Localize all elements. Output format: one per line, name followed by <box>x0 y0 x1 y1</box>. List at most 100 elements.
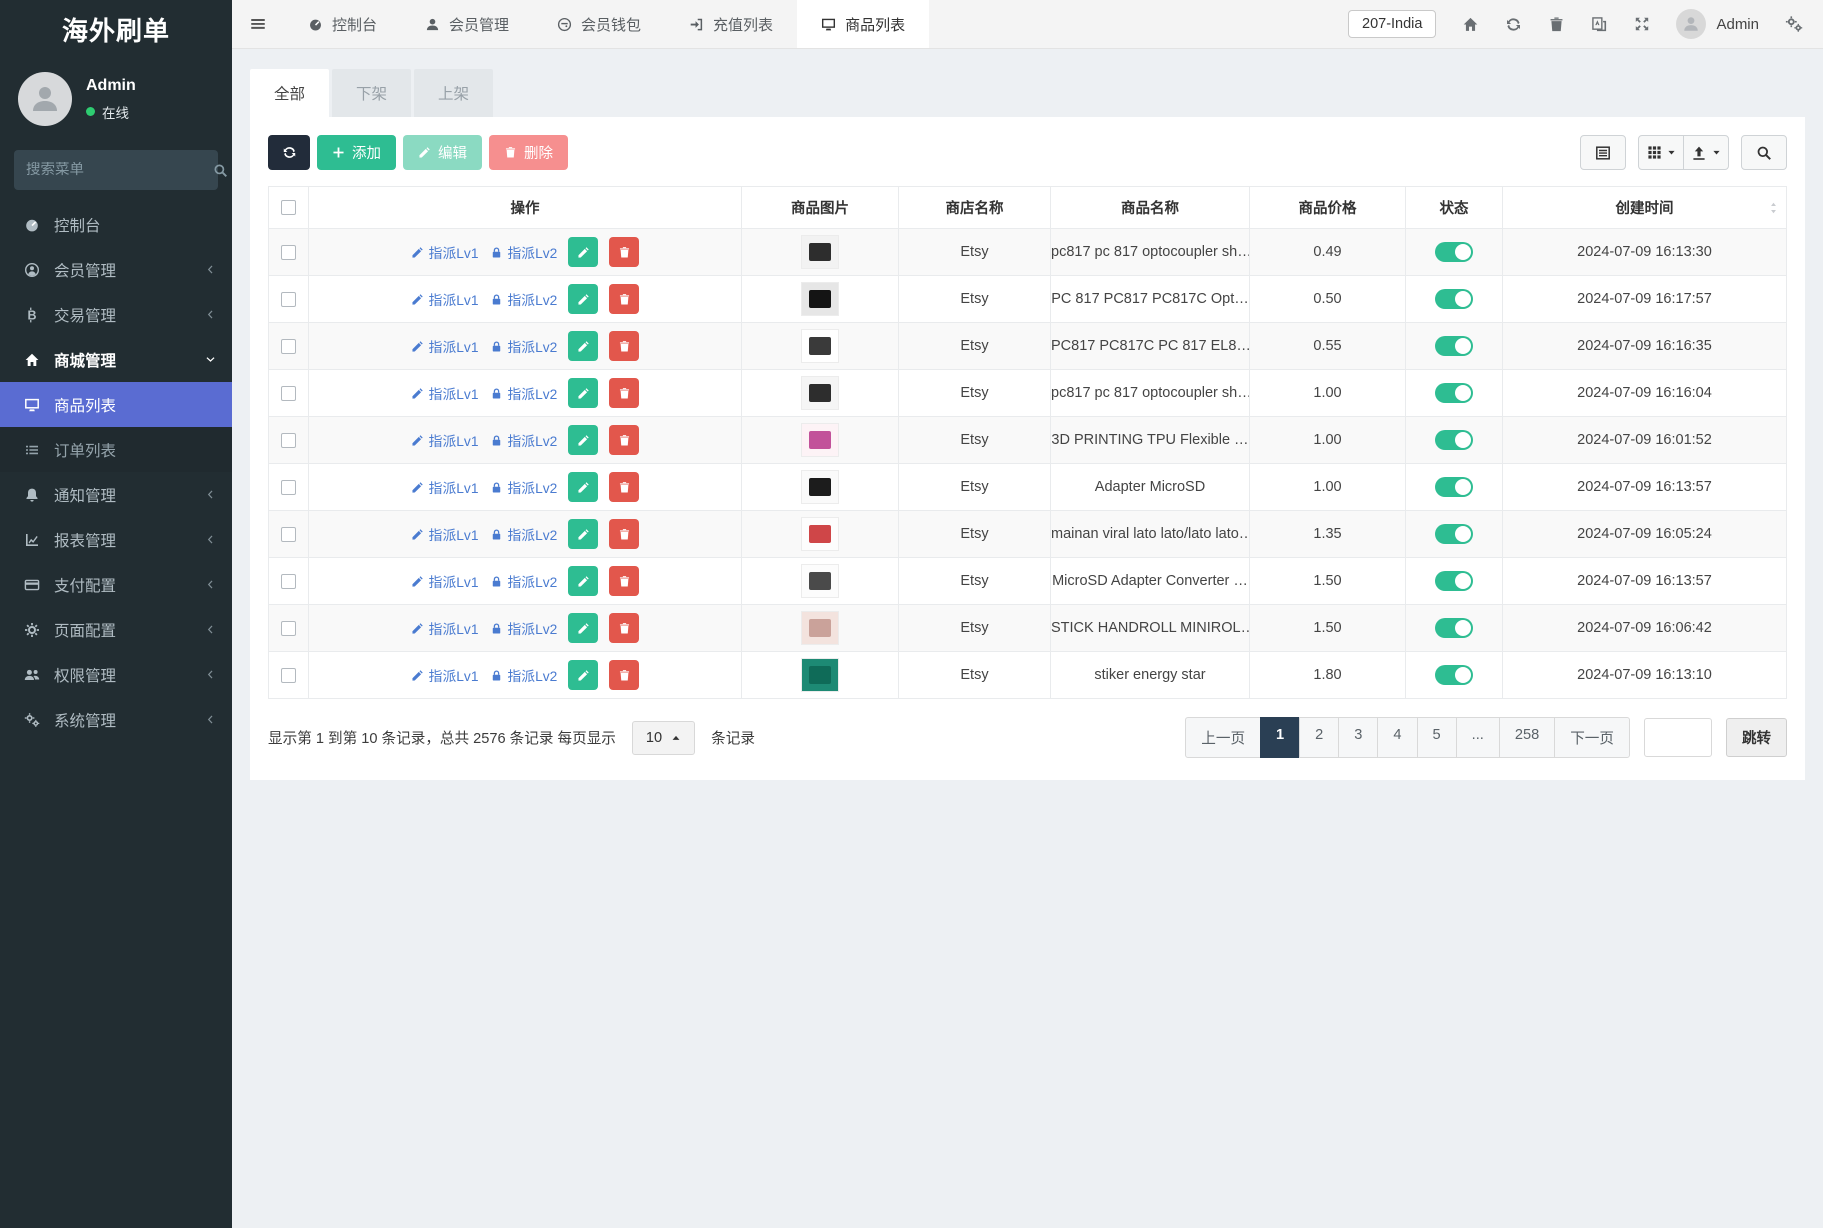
settings-cogs-icon[interactable] <box>1785 15 1803 33</box>
page-item-5[interactable]: 5 <box>1416 717 1457 758</box>
row-edit-button[interactable] <box>568 331 599 361</box>
edit-button[interactable]: 编辑 <box>403 135 482 170</box>
delete-button[interactable]: 删除 <box>489 135 568 170</box>
sidebar-item-报表管理[interactable]: 报表管理 <box>0 517 232 562</box>
assign-lv2-link[interactable]: 指派Lv2 <box>490 665 557 685</box>
row-delete-button[interactable] <box>609 519 640 549</box>
topbar-tab-充值列表[interactable]: 充值列表 <box>665 0 797 48</box>
row-edit-button[interactable] <box>568 613 599 643</box>
row-checkbox[interactable] <box>281 526 296 542</box>
status-toggle[interactable] <box>1435 524 1473 544</box>
page-jump-input[interactable] <box>1644 718 1712 757</box>
topbar-tab-会员钱包[interactable]: 会员钱包 <box>533 0 665 48</box>
refresh-icon[interactable] <box>1505 16 1522 33</box>
sidebar-item-页面配置[interactable]: 页面配置 <box>0 607 232 652</box>
row-edit-button[interactable] <box>568 472 599 502</box>
row-delete-button[interactable] <box>609 660 640 690</box>
assign-lv2-link[interactable]: 指派Lv2 <box>490 524 557 544</box>
assign-lv1-link[interactable]: 指派Lv1 <box>411 618 479 638</box>
row-delete-button[interactable] <box>609 613 640 643</box>
row-delete-button[interactable] <box>609 284 640 314</box>
status-toggle[interactable] <box>1435 618 1473 638</box>
page-jump-button[interactable]: 跳转 <box>1726 718 1787 757</box>
assign-lv2-link[interactable]: 指派Lv2 <box>490 336 557 356</box>
assign-lv2-link[interactable]: 指派Lv2 <box>490 289 557 309</box>
row-checkbox[interactable] <box>281 479 296 495</box>
assign-lv1-link[interactable]: 指派Lv1 <box>411 571 479 591</box>
assign-lv1-link[interactable]: 指派Lv1 <box>411 524 479 544</box>
row-checkbox[interactable] <box>281 620 296 636</box>
row-edit-button[interactable] <box>568 660 599 690</box>
fullscreen-icon[interactable] <box>1634 16 1650 32</box>
translate-icon[interactable] <box>1591 16 1608 33</box>
row-delete-button[interactable] <box>609 237 640 267</box>
row-edit-button[interactable] <box>568 237 599 267</box>
sidebar-item-订单列表[interactable]: 订单列表 <box>0 427 232 472</box>
sidebar-item-商城管理[interactable]: 商城管理 <box>0 337 232 382</box>
row-delete-button[interactable] <box>609 331 640 361</box>
search-button[interactable] <box>1741 135 1787 170</box>
assign-lv2-link[interactable]: 指派Lv2 <box>490 430 557 450</box>
search-icon[interactable] <box>213 163 228 178</box>
assign-lv1-link[interactable]: 指派Lv1 <box>411 383 479 403</box>
row-checkbox[interactable] <box>281 244 296 260</box>
sidebar-item-权限管理[interactable]: 权限管理 <box>0 652 232 697</box>
status-toggle[interactable] <box>1435 289 1473 309</box>
row-edit-button[interactable] <box>568 566 599 596</box>
topbar-tab-商品列表[interactable]: 商品列表 <box>797 0 930 48</box>
sidebar-item-支付配置[interactable]: 支付配置 <box>0 562 232 607</box>
assign-lv1-link[interactable]: 指派Lv1 <box>411 665 479 685</box>
status-toggle[interactable] <box>1435 336 1473 356</box>
row-checkbox[interactable] <box>281 432 296 448</box>
page-item-3[interactable]: 3 <box>1338 717 1379 758</box>
topbar-user[interactable]: Admin <box>1676 9 1759 39</box>
page-item-258[interactable]: 258 <box>1498 717 1556 758</box>
row-checkbox[interactable] <box>281 573 296 589</box>
select-all-checkbox[interactable] <box>281 200 296 216</box>
topbar-tab-会员管理[interactable]: 会员管理 <box>401 0 533 48</box>
page-item-上一页[interactable]: 上一页 <box>1185 717 1262 758</box>
assign-lv1-link[interactable]: 指派Lv1 <box>411 477 479 497</box>
search-input[interactable] <box>26 162 213 178</box>
status-toggle[interactable] <box>1435 242 1473 262</box>
page-size-select[interactable]: 10 <box>631 720 696 755</box>
sidebar-item-会员管理[interactable]: 会员管理 <box>0 247 232 292</box>
column-header-创建时间[interactable]: 创建时间 <box>1502 186 1787 229</box>
sort-icon[interactable] <box>1767 201 1780 214</box>
home-icon[interactable] <box>1462 16 1479 33</box>
topbar-tab-控制台[interactable]: 控制台 <box>284 0 401 48</box>
assign-lv2-link[interactable]: 指派Lv2 <box>490 242 557 262</box>
region-badge[interactable]: 207-India <box>1348 10 1437 38</box>
sidebar-item-通知管理[interactable]: 通知管理 <box>0 472 232 517</box>
sidebar-item-商品列表[interactable]: 商品列表 <box>0 382 232 427</box>
row-checkbox[interactable] <box>281 338 296 354</box>
status-toggle[interactable] <box>1435 571 1473 591</box>
filter-tab-上架[interactable]: 上架 <box>414 69 494 117</box>
assign-lv2-link[interactable]: 指派Lv2 <box>490 383 557 403</box>
page-item-4[interactable]: 4 <box>1377 717 1418 758</box>
detail-view-button[interactable] <box>1580 135 1626 170</box>
assign-lv2-link[interactable]: 指派Lv2 <box>490 571 557 591</box>
sidebar-item-系统管理[interactable]: 系统管理 <box>0 697 232 742</box>
row-delete-button[interactable] <box>609 378 640 408</box>
status-toggle[interactable] <box>1435 477 1473 497</box>
add-button[interactable]: 添加 <box>317 135 396 170</box>
row-checkbox[interactable] <box>281 385 296 401</box>
row-delete-button[interactable] <box>609 566 640 596</box>
export-button[interactable] <box>1683 135 1729 170</box>
row-edit-button[interactable] <box>568 284 599 314</box>
status-toggle[interactable] <box>1435 383 1473 403</box>
page-item-下一页[interactable]: 下一页 <box>1554 717 1630 758</box>
filter-tab-全部[interactable]: 全部 <box>250 69 330 117</box>
page-item-...[interactable]: ... <box>1455 717 1500 758</box>
hamburger-icon[interactable] <box>232 0 284 48</box>
page-item-1[interactable]: 1 <box>1260 717 1301 758</box>
refresh-button[interactable] <box>268 135 310 170</box>
status-toggle[interactable] <box>1435 430 1473 450</box>
row-edit-button[interactable] <box>568 519 599 549</box>
row-edit-button[interactable] <box>568 378 599 408</box>
row-edit-button[interactable] <box>568 425 599 455</box>
assign-lv1-link[interactable]: 指派Lv1 <box>411 242 479 262</box>
sidebar-item-控制台[interactable]: 控制台 <box>0 202 232 247</box>
filter-tab-下架[interactable]: 下架 <box>332 69 412 117</box>
